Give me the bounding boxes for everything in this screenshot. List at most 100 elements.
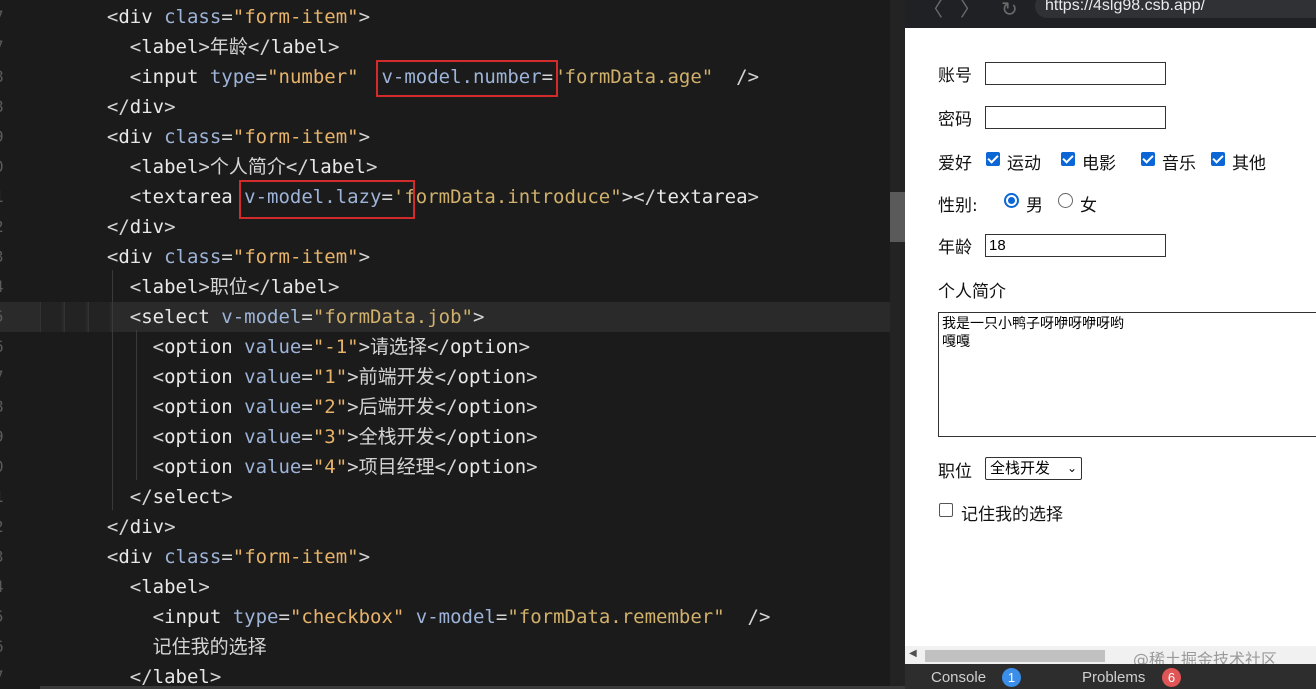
code-token: > [347,366,359,388]
gender-option-label: 女 [1080,196,1097,216]
back-icon[interactable]: 〈 [923,0,943,24]
code-line[interactable]: 4 <label> [0,572,905,602]
code-line[interactable]: 7 <div class="form-item"> [0,2,905,32]
code-text: <div class="form-item"> [84,2,370,32]
code-token: > [747,186,759,208]
code-text: <select v-model="formData.job"> [84,302,485,332]
code-token: v-model [221,306,302,328]
code-token: </ [434,426,458,448]
hobby-checkbox[interactable] [1061,152,1075,166]
code-token: "form-item" [232,6,359,28]
code-token: < [84,156,142,178]
highlight-v-model-number [376,60,558,97]
editor-scrollbar-thumb[interactable] [890,192,905,242]
code-token: label [308,156,366,178]
code-text: <option value="4">项目经理</option> [84,452,538,482]
code-line[interactable]: 5 <input type="checkbox" v-model="formDa… [0,602,905,632]
code-editor[interactable]: 7 <div class="form-item">7 <label>年龄</la… [0,0,905,689]
code-line[interactable]: 1 </select> [0,482,905,512]
browser-toolbar: 〈 〉 ↻ https://4slg98.csb.app/ [905,0,1316,28]
tab-problems[interactable]: Problems [1082,669,1145,686]
code-token: "form-item" [232,126,359,148]
code-token: "3" [312,426,348,448]
code-token: option [457,396,527,418]
code-token: /> [713,66,760,88]
code-token: > [198,276,210,298]
scroll-left-icon[interactable]: ◀ [909,648,917,659]
code-token: < [84,606,165,628]
line-number: 1 [0,182,8,212]
code-text: </label> [84,662,222,689]
code-token: </ [84,666,153,688]
hobby-checkbox[interactable] [986,152,1000,166]
account-label: 账号 [938,66,972,86]
code-token: = [301,426,313,448]
forward-icon[interactable]: 〉 [960,0,980,24]
code-token: </ [247,36,271,58]
remember-checkbox[interactable] [939,503,953,517]
code-line[interactable]: 1 <textarea v-model.lazy='formData.intro… [0,182,905,212]
code-line[interactable]: 9 <div class="form-item"> [0,122,905,152]
intro-textarea[interactable]: 我是一只小鸭子呀咿呀咿呀哟 嘎嘎 [938,312,1316,437]
code-text: <input type="checkbox" v-model="formData… [84,602,771,632]
hobby-checkbox[interactable] [1211,152,1225,166]
code-token: > [365,156,378,178]
line-number: 6 [0,632,8,662]
code-line[interactable]: 3 <div class="form-item"> [0,242,905,272]
code-token: "4" [312,456,348,478]
code-token: > [526,366,538,388]
code-token: > [198,36,210,58]
age-label: 年龄 [938,238,972,258]
code-line[interactable]: 5 <select v-model="formData.job"> [0,302,905,332]
line-number: 7 [0,2,8,32]
editor-scrollbar-track[interactable] [890,0,905,689]
code-token: label [141,576,199,598]
code-token: option [449,336,519,358]
code-token: > [164,96,176,118]
code-token: "formData.job" [312,306,473,328]
code-token: option [164,396,233,418]
line-number: 9 [0,122,8,152]
code-token: value [244,366,302,388]
code-text: <option value="2">后端开发</option> [84,392,538,422]
code-line[interactable]: 4 <label>职位</label> [0,272,905,302]
code-token: input [164,606,222,628]
code-token: "form-item" [232,246,359,268]
reload-icon[interactable]: ↻ [1001,0,1018,24]
code-token: div [118,126,153,148]
hobby-option-label: 音乐 [1162,154,1196,174]
code-token: </ [84,96,130,118]
line-number: 4 [0,272,8,302]
password-input[interactable] [985,106,1166,129]
code-token: = [255,66,268,88]
age-input[interactable]: 18 [985,234,1166,257]
code-token: select [141,306,210,328]
code-line[interactable]: 2 </div> [0,212,905,242]
code-token: div [118,6,153,28]
tab-console[interactable]: Console [931,669,986,686]
code-line[interactable]: 6 记住我的选择 [0,632,905,662]
code-line[interactable]: 2 </div> [0,512,905,542]
indent-marker [40,302,62,332]
gender-radio[interactable] [1004,193,1019,208]
code-line[interactable]: 7 </label> [0,662,905,689]
code-token: "number" [267,66,359,88]
code-line[interactable]: 0 <label>个人简介</label> [0,152,905,182]
code-line[interactable]: 7 <label>年龄</label> [0,32,905,62]
line-number: 8 [0,92,8,122]
hobby-checkbox[interactable] [1141,152,1155,166]
code-token: < [84,456,165,478]
job-select[interactable]: 全栈开发 ⌄ [985,457,1082,480]
address-bar[interactable]: https://4slg98.csb.app/ [1035,0,1316,18]
code-token: </ [434,456,458,478]
code-line[interactable]: 3 <div class="form-item"> [0,542,905,572]
code-token: 'formData.introduce" [392,186,622,208]
code-token: value [244,336,302,358]
preview-hscroll-thumb[interactable] [925,650,1105,662]
account-input[interactable] [985,62,1166,85]
gender-radio[interactable] [1058,193,1073,208]
code-token: "formData.age" [553,66,714,88]
